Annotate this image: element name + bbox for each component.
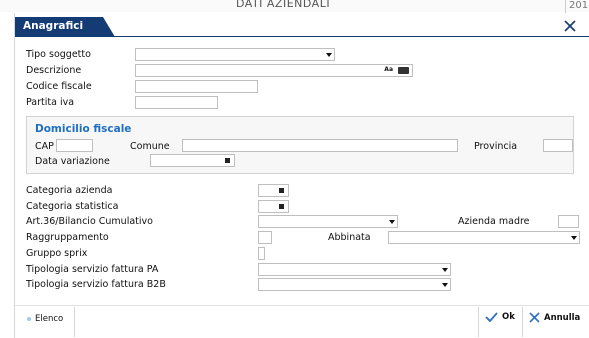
provincia-label: Provincia (474, 141, 518, 152)
dot-icon (27, 317, 31, 321)
tipologia-pa-label: Tipologia servizio fattura PA (26, 264, 159, 275)
cap-label: CAP (35, 141, 54, 152)
calendar-icon[interactable] (225, 158, 230, 163)
data-variazione-input[interactable] (150, 154, 235, 167)
footer-divider (522, 307, 523, 337)
dialog-header-line (15, 36, 589, 37)
annulla-label: Annulla (544, 312, 581, 323)
chevron-down-icon (442, 268, 448, 272)
azienda-madre-input[interactable] (558, 215, 579, 228)
tipo-soggetto-select[interactable] (135, 48, 335, 61)
descrizione-label: Descrizione (26, 65, 82, 76)
partita-iva-label: Partita iva (26, 97, 75, 108)
art36-label: Art.36/Bilancio Cumulativo (26, 216, 153, 227)
chevron-down-icon (442, 283, 448, 287)
footer-separator (15, 305, 589, 306)
tipologia-b2b-select[interactable] (258, 278, 451, 291)
chevron-down-icon (571, 236, 577, 240)
descrizione-input[interactable]: Aa (135, 64, 413, 77)
abbinata-label: Abbinata (328, 232, 371, 243)
case-toggle-label: Aa (384, 66, 393, 73)
comune-input[interactable] (182, 139, 458, 152)
ok-label: Ok (502, 312, 515, 322)
lookup-icon[interactable] (279, 188, 284, 193)
categoria-azienda-label: Categoria azienda (26, 185, 113, 196)
anagrafici-dialog: Anagrafici Tipo soggetto Descrizione Aa … (14, 13, 589, 338)
codice-fiscale-label: Codice fiscale (26, 81, 92, 92)
domicilio-fiscale-title: Domicilio fiscale (35, 123, 132, 135)
cap-input[interactable] (56, 139, 93, 152)
dialog-title-tab: Anagrafici (15, 17, 115, 37)
tipologia-pa-select[interactable] (258, 263, 451, 276)
tipologia-b2b-label: Tipologia servizio fattura B2B (26, 279, 166, 290)
gruppo-sprix-label: Gruppo sprix (26, 248, 88, 259)
categoria-statistica-input[interactable] (258, 200, 289, 213)
close-icon (529, 312, 540, 323)
lookup-icon[interactable] (279, 204, 284, 209)
raggruppamento-label: Raggruppamento (26, 232, 109, 243)
partita-iva-input[interactable] (135, 96, 218, 109)
categoria-statistica-label: Categoria statistica (26, 201, 119, 212)
data-variazione-label: Data variazione (35, 156, 110, 167)
close-button[interactable] (563, 19, 577, 33)
categoria-azienda-input[interactable] (258, 184, 289, 197)
provincia-input[interactable] (543, 139, 573, 152)
chevron-down-icon (389, 220, 395, 224)
annulla-button[interactable]: Annulla (529, 312, 580, 323)
art36-select[interactable] (258, 215, 398, 228)
footer-divider (478, 307, 479, 337)
tipo-soggetto-label: Tipo soggetto (26, 49, 91, 60)
elenco-label: Elenco (35, 314, 64, 324)
keyboard-icon[interactable] (398, 67, 409, 74)
azienda-madre-label: Azienda madre (458, 216, 530, 227)
check-icon (485, 312, 498, 322)
footer-divider (74, 307, 75, 337)
background-window-title: DATI AZIENDALI (236, 0, 331, 10)
background-right-text: 201 (565, 0, 589, 14)
domicilio-fiscale-group: Domicilio fiscale CAP Comune Provincia D… (26, 116, 574, 174)
codice-fiscale-input[interactable] (135, 80, 258, 93)
chevron-down-icon (326, 53, 332, 57)
abbinata-select[interactable] (388, 231, 580, 244)
elenco-button[interactable]: Elenco (27, 314, 63, 324)
gruppo-sprix-input[interactable] (258, 247, 265, 260)
raggruppamento-input[interactable] (258, 231, 272, 244)
comune-label: Comune (130, 141, 170, 152)
close-icon (564, 20, 576, 32)
dialog-title: Anagrafici (23, 20, 84, 32)
ok-button[interactable]: Ok (485, 312, 515, 322)
